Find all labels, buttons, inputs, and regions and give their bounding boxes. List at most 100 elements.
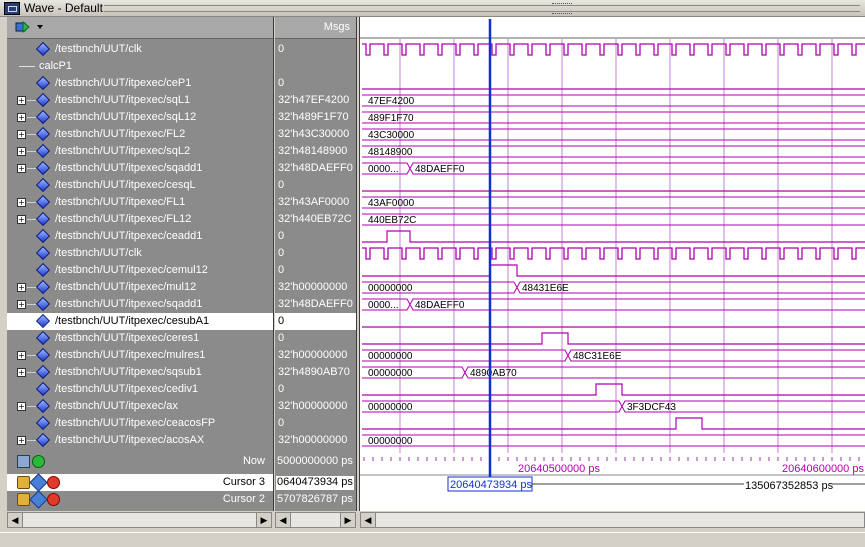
signal-value-row[interactable]: 0 xyxy=(275,75,356,92)
signal-row[interactable]: + /testbnch/UUT/itpexec/FL1 xyxy=(7,194,273,211)
signal-value-row[interactable]: 0 xyxy=(275,41,356,58)
signal-row[interactable]: + /testbnch/UUT/itpexec/mul12 xyxy=(7,279,273,296)
expand-icon[interactable]: + xyxy=(17,351,26,360)
signal-value-row[interactable]: 32'h00000000 xyxy=(275,347,356,364)
signal-value-row[interactable]: 0 xyxy=(275,415,356,432)
signal-row[interactable]: + /testbnch/UUT/itpexec/acosAX xyxy=(7,432,273,449)
signal-value-row[interactable]: 0 xyxy=(275,381,356,398)
wrench-icon[interactable] xyxy=(29,490,48,509)
signal-name: /testbnch/UUT/itpexec/FL12 xyxy=(55,213,192,225)
signal-row[interactable]: + /testbnch/UUT/itpexec/sqadd1 xyxy=(7,296,273,313)
signal-value-row[interactable]: 32'h47EF4200 xyxy=(275,92,356,109)
scroll-left-icon[interactable]: ◀ xyxy=(276,513,291,527)
cursor3-value-row[interactable]: 0640473934 ps xyxy=(275,474,356,491)
cursor3-row[interactable]: Cursor 3 xyxy=(7,473,273,492)
chevron-down-icon[interactable] xyxy=(37,25,43,29)
signal-value-row[interactable]: 32'h48148900 xyxy=(275,143,356,160)
monitor-icon[interactable] xyxy=(17,455,30,468)
signal-row[interactable]: /testbnch/UUT/itpexec/ceacosFP xyxy=(7,415,273,432)
signal-row[interactable]: + /testbnch/UUT/itpexec/mulres1 xyxy=(7,347,273,364)
expand-icon[interactable]: + xyxy=(17,164,26,173)
add-cursor-icon[interactable] xyxy=(32,455,45,468)
waveform-canvas[interactable]: 47EF4200 489F1F70 43C30000 48148900 0000... 4… xyxy=(360,17,865,511)
signal-row[interactable]: /testbnch/UUT/itpexec/cesqL xyxy=(7,177,273,194)
timeline-label-left: 20640500000 ps xyxy=(518,463,600,475)
scroll-right-icon[interactable]: ▶ xyxy=(256,513,271,527)
bus-value-label: 0000... xyxy=(368,164,399,175)
signal-value: 32'h48DAEFF0 xyxy=(278,162,353,174)
signal-value-row[interactable] xyxy=(275,58,356,75)
signal-row[interactable]: + /testbnch/UUT/itpexec/sqL2 xyxy=(7,143,273,160)
expand-icon[interactable]: + xyxy=(17,198,26,207)
expand-icon[interactable]: + xyxy=(17,96,26,105)
signal-value-row[interactable]: 0 xyxy=(275,313,356,330)
signal-row[interactable]: + /testbnch/UUT/itpexec/sqL1 xyxy=(7,92,273,109)
signal-value-row[interactable]: 32'h00000000 xyxy=(275,279,356,296)
scroll-left-icon[interactable]: ◀ xyxy=(361,513,376,527)
lock-icon[interactable] xyxy=(17,493,30,506)
signal-diamond-icon xyxy=(35,364,51,380)
signal-row[interactable]: + /testbnch/UUT/itpexec/FL12 xyxy=(7,211,273,228)
signal-row[interactable]: + /testbnch/UUT/itpexec/sqsub1 xyxy=(7,364,273,381)
signal-name: /testbnch/UUT/clk xyxy=(55,247,142,259)
signal-row[interactable]: /testbnch/UUT/itpexec/ceadd1 xyxy=(7,228,273,245)
signal-row[interactable]: + /testbnch/UUT/itpexec/ax xyxy=(7,398,273,415)
waveform-pane[interactable]: 47EF4200 489F1F70 43C30000 48148900 0000... 4… xyxy=(359,17,865,511)
wrench-icon[interactable] xyxy=(29,473,48,492)
bus-value-label: 48DAEFF0 xyxy=(415,300,465,311)
signal-value-row[interactable]: 32'h00000000 xyxy=(275,432,356,449)
signal-row[interactable]: /testbnch/UUT/itpexec/ceP1 xyxy=(7,75,273,92)
cursor2-value: 5707826787 ps xyxy=(277,493,353,505)
signal-value-row[interactable]: 0 xyxy=(275,177,356,194)
scroll-right-icon[interactable]: ▶ xyxy=(340,513,355,527)
title-grip[interactable] xyxy=(104,5,860,12)
signal-value-row[interactable]: 0 xyxy=(275,330,356,347)
signal-value-row[interactable]: 0 xyxy=(275,262,356,279)
delete-cursor-icon[interactable] xyxy=(47,476,60,489)
expand-icon[interactable]: + xyxy=(17,283,26,292)
signal-row[interactable]: /testbnch/UUT/itpexec/cesubA1 xyxy=(7,313,273,330)
expand-icon[interactable]: + xyxy=(17,215,26,224)
signal-value-row[interactable]: 32'h48DAEFF0 xyxy=(275,160,356,177)
expand-icon[interactable]: + xyxy=(17,300,26,309)
expand-icon[interactable]: + xyxy=(17,113,26,122)
signal-name: calcP1 xyxy=(39,60,73,72)
signal-name: /testbnch/UUT/itpexec/sqadd1 xyxy=(55,298,203,310)
expand-icon[interactable]: + xyxy=(17,147,26,156)
signal-row[interactable]: /testbnch/UUT/clk xyxy=(7,245,273,262)
signal-value-row[interactable]: 32'h4890AB70 xyxy=(275,364,356,381)
now-label: Now xyxy=(242,455,265,467)
signal-row[interactable]: + /testbnch/UUT/itpexec/FL2 xyxy=(7,126,273,143)
signal-row[interactable]: /testbnch/UUT/itpexec/ceres1 xyxy=(7,330,273,347)
signal-value-row[interactable]: 0 xyxy=(275,245,356,262)
signal-row[interactable]: /testbnch/UUT/clk xyxy=(7,41,273,58)
signal-value-row[interactable]: 32'h00000000 xyxy=(275,398,356,415)
wave-header xyxy=(360,17,865,38)
signal-value-row[interactable]: 32'h48DAEFF0 xyxy=(275,296,356,313)
expand-icon[interactable]: + xyxy=(17,436,26,445)
signal-group-row[interactable]: calcP1 xyxy=(7,58,273,75)
add-wave-icon[interactable] xyxy=(15,20,31,34)
signal-row[interactable]: + /testbnch/UUT/itpexec/sqL12 xyxy=(7,109,273,126)
signal-row[interactable]: /testbnch/UUT/itpexec/cediv1 xyxy=(7,381,273,398)
expand-icon[interactable]: + xyxy=(17,402,26,411)
name-pane-scrollbar[interactable]: ◀ ▶ xyxy=(7,512,272,528)
signal-value-row[interactable]: 32'h43AF0000 xyxy=(275,194,356,211)
delete-cursor-icon[interactable] xyxy=(47,493,60,506)
signal-row[interactable]: + /testbnch/UUT/itpexec/sqadd1 xyxy=(7,160,273,177)
value-pane-scrollbar[interactable]: ◀ ▶ xyxy=(275,512,356,528)
signal-value-row[interactable]: 32'h489F1F70 xyxy=(275,109,356,126)
title-grip-handle[interactable] xyxy=(552,3,572,14)
signal-value-row[interactable]: 0 xyxy=(275,228,356,245)
signal-value-row[interactable]: 32'h440EB72C xyxy=(275,211,356,228)
scroll-left-icon[interactable]: ◀ xyxy=(8,513,23,527)
expand-icon[interactable]: + xyxy=(17,368,26,377)
signal-row[interactable]: /testbnch/UUT/itpexec/cemul12 xyxy=(7,262,273,279)
expand-icon[interactable]: + xyxy=(17,130,26,139)
group-line xyxy=(19,66,35,67)
wave-pane-scrollbar[interactable]: ◀ xyxy=(360,512,865,528)
cursor2-row[interactable]: Cursor 2 xyxy=(7,490,273,509)
lock-icon[interactable] xyxy=(17,476,30,489)
signal-value-row[interactable]: 32'h43C30000 xyxy=(275,126,356,143)
pulse-wave xyxy=(362,383,865,396)
